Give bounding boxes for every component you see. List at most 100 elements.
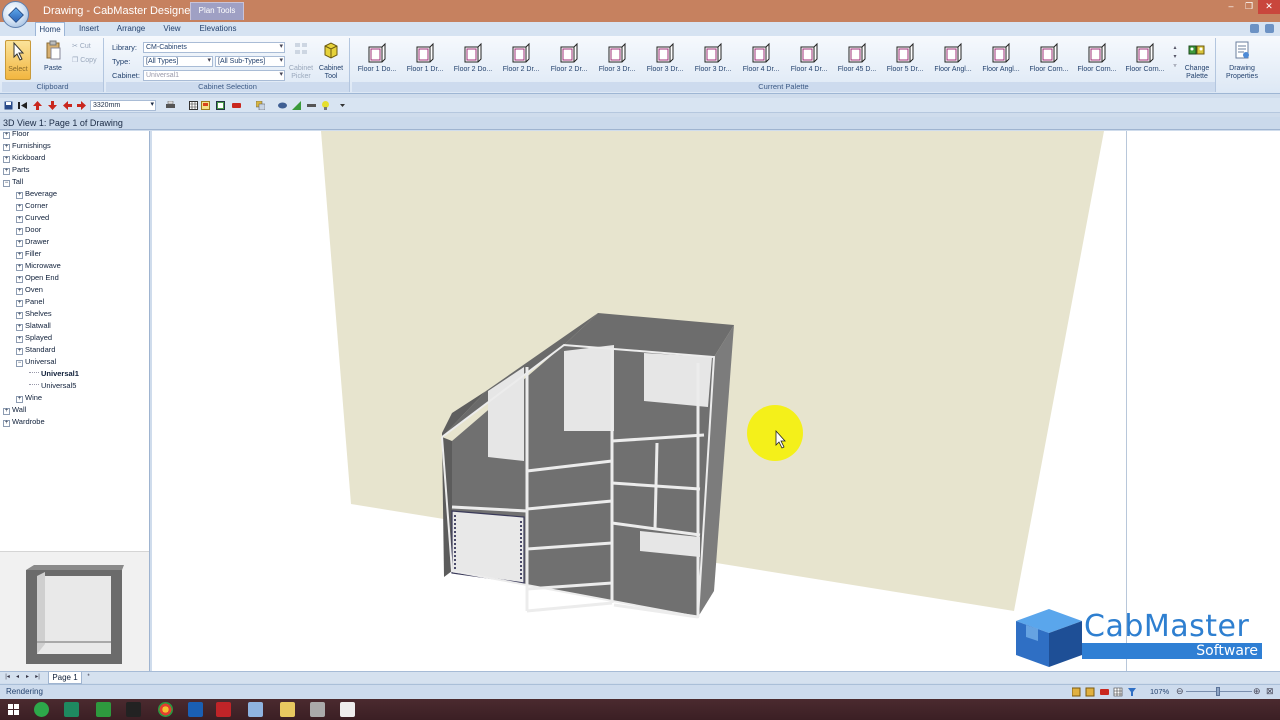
expand-icon[interactable]: + [3, 420, 10, 427]
app-icon-7[interactable] [216, 702, 231, 717]
expand-icon[interactable]: + [16, 216, 23, 223]
cabmaster-taskbar-icon[interactable] [248, 702, 263, 717]
tree-node[interactable]: + Open End [16, 272, 59, 284]
app-icon-11[interactable] [340, 702, 355, 717]
light-bulb-icon[interactable] [321, 101, 330, 110]
palette-item[interactable]: Floor 2 Dr... [498, 42, 544, 73]
palette-item[interactable]: Floor 5 Dr... [882, 42, 928, 73]
slope-icon[interactable] [292, 101, 301, 110]
zoom-slider-thumb[interactable] [1216, 687, 1220, 696]
print-icon[interactable] [166, 101, 175, 110]
palette-item[interactable]: Floor 3 Dr... [642, 42, 688, 73]
tree-node[interactable]: + Beverage [16, 188, 57, 200]
excel-icon[interactable] [96, 702, 111, 717]
palette-item[interactable]: Floor 2 Do... [450, 42, 496, 73]
app-icon-2[interactable] [64, 702, 79, 717]
expand-icon[interactable]: + [3, 168, 10, 175]
terminal-icon[interactable] [126, 702, 141, 717]
tree-node[interactable]: − Tall [3, 176, 23, 188]
palette-item[interactable]: Floor 45 D... [834, 42, 880, 73]
palette-item[interactable]: Floor Corn... [1026, 42, 1072, 73]
tab-insert[interactable]: Insert [72, 22, 106, 36]
grid-icon[interactable] [189, 101, 198, 110]
expand-icon[interactable]: + [16, 192, 23, 199]
zoom-out-button[interactable]: ⊖ [1176, 686, 1184, 697]
expand-icon[interactable]: + [16, 252, 23, 259]
explorer-icon[interactable] [280, 702, 295, 717]
cabinet-picker-button[interactable]: Cabinet Picker [286, 40, 316, 81]
tree-node[interactable]: Universal1 [29, 368, 79, 380]
expand-icon[interactable]: + [3, 408, 10, 415]
zoom-in-button[interactable]: ⊕ [1253, 686, 1261, 697]
options-icon[interactable] [1250, 24, 1259, 33]
tree-node[interactable]: + Splayed [16, 332, 52, 344]
expand-icon[interactable]: + [16, 240, 23, 247]
layout-icon[interactable] [201, 101, 210, 110]
expand-icon[interactable]: + [16, 300, 23, 307]
copy-button[interactable]: ❐ Copy [72, 56, 97, 64]
app-icon-1[interactable] [34, 702, 49, 717]
toolbar-options-icon[interactable] [338, 101, 347, 110]
arrow-right-icon[interactable] [77, 101, 86, 110]
page-tab-1[interactable]: Page 1 [48, 672, 82, 684]
type-select[interactable]: [All Types] [143, 56, 213, 67]
wall-tool-icon[interactable] [256, 101, 265, 110]
palette-item[interactable]: Floor Corn... [1074, 42, 1120, 73]
first-page-icon[interactable] [18, 101, 27, 110]
expand-icon[interactable]: + [3, 132, 10, 139]
cabinet-tool-button[interactable]: Cabinet Tool [316, 40, 346, 81]
tree-node[interactable]: + Furnishings [3, 140, 51, 152]
tree-node[interactable]: + Microwave [16, 260, 61, 272]
restore-button[interactable]: ❐ [1240, 0, 1258, 14]
tab-view[interactable]: View [158, 22, 186, 36]
palette-item[interactable]: Floor 3 Dr... [594, 42, 640, 73]
expand-icon[interactable]: + [16, 228, 23, 235]
expand-icon[interactable]: + [16, 396, 23, 403]
3d-view-canvas[interactable]: CabMaster Software [152, 131, 1280, 671]
tab-elevations[interactable]: Elevations [196, 22, 240, 36]
tree-node[interactable]: + Standard [16, 344, 55, 356]
tree-node[interactable]: + Wine [16, 392, 42, 404]
first-page-button[interactable]: |◂ [3, 673, 12, 682]
palette-item[interactable]: Floor 4 Dr... [738, 42, 784, 73]
tab-arrange[interactable]: Arrange [112, 22, 150, 36]
cut-button[interactable]: ✂ Cut [72, 42, 91, 50]
tree-node[interactable]: + Wall [3, 404, 26, 416]
palette-item[interactable]: Floor 3 Dr... [690, 42, 736, 73]
collapse-icon[interactable]: − [3, 180, 10, 187]
cabinet-select[interactable]: Universal1 [143, 70, 285, 81]
palette-item[interactable]: Floor Angl... [930, 42, 976, 73]
prev-page-button[interactable]: ◂ [13, 673, 22, 682]
collapse-icon[interactable]: − [16, 360, 23, 367]
palette-item[interactable]: Floor Angl... [978, 42, 1024, 73]
tree-node[interactable]: + Shelves [16, 308, 52, 320]
elevation-icon[interactable] [216, 101, 225, 110]
tree-node[interactable]: + Drawer [16, 236, 49, 248]
expand-icon[interactable]: + [16, 336, 23, 343]
plan-tools-context-tab[interactable]: Plan Tools [190, 2, 244, 20]
palette-item[interactable]: Floor 1 Dr... [402, 42, 448, 73]
minimize-button[interactable]: – [1222, 0, 1240, 14]
tree-node[interactable]: + Floor [3, 131, 29, 140]
chrome-icon[interactable] [158, 702, 173, 717]
zoom-distance-select[interactable]: 3320mm [90, 100, 156, 111]
library-select[interactable]: CM-Cabinets [143, 42, 285, 53]
fit-view-button[interactable]: ⊠ [1266, 686, 1274, 697]
tree-node[interactable]: + Corner [16, 200, 48, 212]
tree-node[interactable]: Universal5 [29, 380, 76, 392]
tree-node[interactable]: + Curved [16, 212, 49, 224]
palette-item[interactable]: Floor 2 Dr... [546, 42, 592, 73]
expand-icon[interactable]: + [16, 324, 23, 331]
arrow-down-icon[interactable] [48, 101, 57, 110]
paste-button[interactable]: Paste [40, 40, 66, 73]
start-icon[interactable] [6, 702, 21, 717]
expand-icon[interactable]: + [16, 288, 23, 295]
render-icon[interactable] [232, 101, 241, 110]
tree-node[interactable]: + Filler [16, 248, 41, 260]
expand-icon[interactable]: + [3, 144, 10, 151]
expand-icon[interactable]: + [16, 276, 23, 283]
application-menu-button[interactable] [2, 1, 29, 28]
expand-icon[interactable]: + [16, 264, 23, 271]
next-page-button[interactable]: ▸ [23, 673, 32, 682]
dimension-icon[interactable] [307, 101, 316, 110]
